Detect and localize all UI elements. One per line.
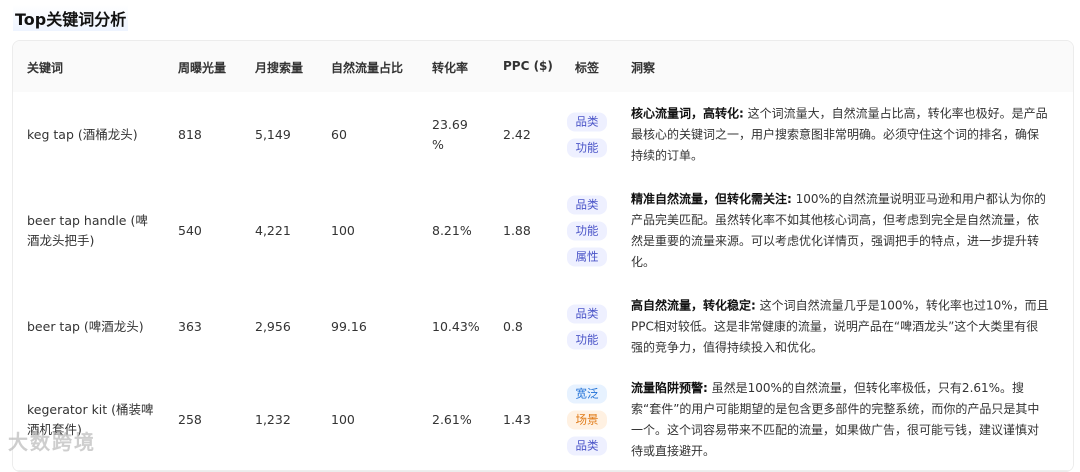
insight-title: 流量陷阱预警: (631, 381, 708, 395)
organic-share-cell: 99.16 (331, 319, 367, 334)
watermark-text: 大数跨境 (8, 430, 96, 454)
conversion-rate-cell: 8.21% (432, 223, 472, 238)
weekly-impressions-cell: 818 (178, 127, 202, 142)
tag-badge: 场景 (567, 410, 607, 430)
tag-group: 宽泛 场景 品类 (567, 384, 607, 456)
conversion-rate-cell: 10.43% (432, 319, 480, 334)
keyword-cell: keg tap (酒桶龙头) (27, 127, 138, 142)
header-tags[interactable]: 标签 (575, 59, 599, 76)
weekly-impressions-cell: 540 (178, 223, 202, 238)
tag-badge: 功能 (567, 221, 607, 241)
organic-share-cell: 100 (331, 412, 355, 427)
table-row: kegerator kit (桶装啤酒机套件) 258 1,232 100 2.… (13, 370, 1073, 471)
ppc-cell: 1.43 (503, 412, 531, 427)
insight-cell: 高自然流量，转化稳定: 这个词自然流量几乎是100%，转化率也过10%，而且PP… (631, 296, 1049, 359)
tag-badge: 宽泛 (567, 384, 607, 404)
ppc-cell: 1.88 (503, 223, 531, 238)
insight-title: 核心流量词，高转化: (631, 106, 744, 121)
monthly-searches-cell: 5,149 (255, 127, 291, 142)
keyword-analysis-table: 关键词 周曝光量 月搜索量 自然流量占比 转化率 PPC ($) 标签 洞察 k… (12, 40, 1074, 472)
tag-group: 品类 功能 (567, 304, 607, 350)
header-ppc[interactable]: PPC ($) (503, 59, 553, 73)
conversion-rate-cell: 23.69 % (432, 117, 468, 152)
table-header-row: 关键词 周曝光量 月搜索量 自然流量占比 转化率 PPC ($) 标签 洞察 (13, 41, 1073, 93)
tag-badge: 属性 (567, 247, 607, 267)
monthly-searches-cell: 1,232 (255, 412, 291, 427)
insight-cell: 流量陷阱预警: 虽然是100%的自然流量，但转化率极低，只有2.61%。搜索“套… (631, 378, 1049, 462)
weekly-impressions-cell: 363 (178, 319, 202, 334)
organic-share-cell: 100 (331, 223, 355, 238)
table-row: beer tap handle (啤酒龙头把手) 540 4,221 100 8… (13, 178, 1073, 285)
tag-group: 品类 功能 属性 (567, 195, 607, 267)
header-weekly-impressions[interactable]: 周曝光量 (178, 59, 226, 76)
tag-badge: 品类 (567, 195, 607, 215)
tag-badge: 功能 (567, 138, 607, 158)
conversion-rate-cell: 2.61% (432, 412, 472, 427)
insight-cell: 精准自然流量，但转化需关注: 100%的自然流量说明亚马逊和用户都认为你的产品完… (631, 189, 1049, 273)
keyword-cell: beer tap (啤酒龙头) (27, 319, 144, 334)
monthly-searches-cell: 4,221 (255, 223, 291, 238)
tag-badge: 品类 (567, 436, 607, 456)
ppc-cell: 0.8 (503, 319, 523, 334)
header-conversion-rate[interactable]: 转化率 (432, 59, 468, 76)
table-row: beer tap (啤酒龙头) 363 2,956 99.16 10.43% 0… (13, 284, 1073, 371)
header-monthly-searches[interactable]: 月搜索量 (255, 59, 303, 76)
monthly-searches-cell: 2,956 (255, 319, 291, 334)
tag-group: 品类 功能 (567, 112, 607, 158)
tag-badge: 品类 (567, 304, 607, 324)
insight-title: 精准自然流量，但转化需关注: (631, 192, 792, 206)
page-title: Top关键词分析 (13, 5, 129, 31)
ppc-cell: 2.42 (503, 127, 531, 142)
weekly-impressions-cell: 258 (178, 412, 202, 427)
header-organic-share[interactable]: 自然流量占比 (331, 59, 403, 76)
tag-badge: 品类 (567, 112, 607, 132)
keyword-cell: beer tap handle (啤酒龙头把手) (27, 213, 148, 248)
table-row: keg tap (酒桶龙头) 818 5,149 60 23.69 % 2.42… (13, 92, 1073, 179)
insight-title: 高自然流量，转化稳定: (631, 298, 756, 313)
header-keyword[interactable]: 关键词 (27, 59, 63, 76)
insight-cell: 核心流量词，高转化: 这个词流量大，自然流量占比高，转化率也极好。是产品最核心的… (631, 104, 1049, 167)
tag-badge: 功能 (567, 330, 607, 350)
header-insight[interactable]: 洞察 (631, 59, 655, 76)
organic-share-cell: 60 (331, 127, 347, 142)
